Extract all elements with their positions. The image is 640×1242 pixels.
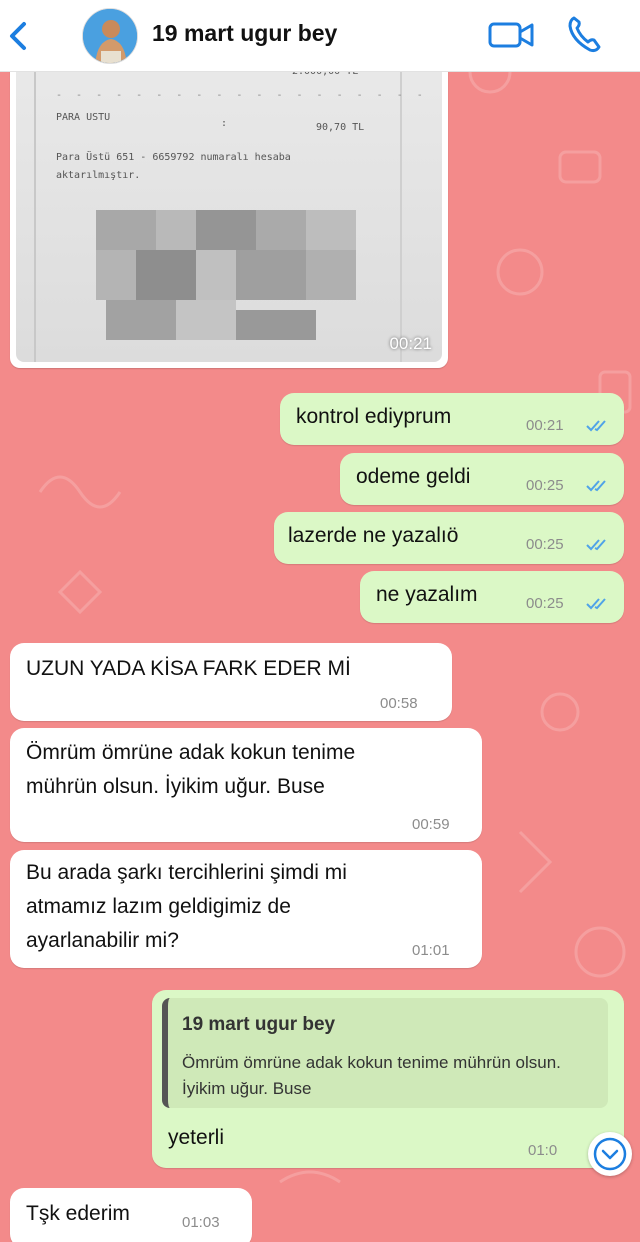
message-time: 01:03 <box>182 1214 220 1231</box>
message-time: 00:25 <box>526 477 564 494</box>
phone-icon[interactable] <box>566 14 602 54</box>
receipt-colon: : <box>221 118 228 129</box>
message-time: 00:59 <box>412 816 450 833</box>
pixelated-area <box>176 300 236 340</box>
message-time: 00:58 <box>380 695 418 712</box>
incoming-message[interactable]: UZUN YADA KİSA FARK EDER Mİ 00:58 <box>10 643 452 721</box>
message-time: 00:25 <box>526 595 564 612</box>
receipt-change-label: PARA USTU <box>56 112 111 123</box>
pixelated-area <box>96 250 136 300</box>
message-text: Ömrüm ömrüne adak kokun tenime mührün ol… <box>26 736 355 804</box>
message-text: yeterli <box>168 1126 225 1149</box>
double-check-icon <box>586 598 606 610</box>
incoming-message[interactable]: Tşk ederim 01:03 <box>10 1188 252 1242</box>
pixelated-area <box>96 210 156 250</box>
scroll-to-bottom-button[interactable] <box>588 1132 632 1176</box>
message-time: 01:0 <box>528 1142 558 1159</box>
message-text: ne yazalım <box>376 583 478 606</box>
message-text: Tşk ederim <box>26 1202 130 1225</box>
chat-header: 19 mart ugur bey <box>0 0 640 72</box>
receipt-divider: - - - - - - - - - - - - - - - - - - - <box>56 90 427 101</box>
message-text: odeme geldi <box>356 465 471 488</box>
receipt-note-line2: aktarılmıştır. <box>56 170 141 181</box>
message-line: Bu arada şarkı tercihlerini şimdi mi <box>26 861 347 884</box>
pixelated-area <box>236 310 316 340</box>
double-check-icon <box>586 539 606 551</box>
pixelated-area <box>306 210 356 250</box>
pixelated-area <box>106 300 176 340</box>
message-text: kontrol ediyprum <box>296 405 452 428</box>
chevron-left-icon[interactable] <box>6 18 30 54</box>
outgoing-message[interactable]: ne yazalım 00:25 <box>360 571 624 623</box>
pixelated-area <box>256 210 306 250</box>
message-time: 00:21 <box>389 334 432 353</box>
outgoing-reply-message[interactable]: 19 mart ugur bey Ömrüm ömrüne adak kokun… <box>152 990 624 1168</box>
message-line: Ömrüm ömrüne adak kokun tenime <box>26 741 356 764</box>
message-line: ayarlanabilir mi? <box>26 929 179 952</box>
message-time: 00:21 <box>526 417 564 434</box>
message-line: atmamız lazım geldigimiz de <box>26 895 291 918</box>
incoming-message[interactable]: Ömrüm ömrüne adak kokun tenime mührün ol… <box>10 728 482 842</box>
message-text: Bu arada şarkı tercihlerini şimdi mi atm… <box>26 856 347 958</box>
quoted-author: 19 mart ugur bey <box>182 1014 336 1035</box>
double-check-icon <box>586 420 606 432</box>
quoted-message[interactable]: 19 mart ugur bey Ömrüm ömrüne adak kokun… <box>162 998 608 1108</box>
incoming-message[interactable]: Bu arada şarkı tercihlerini şimdi mi atm… <box>10 850 482 968</box>
pixelated-area <box>136 250 196 300</box>
contact-name[interactable]: 19 mart ugur bey <box>152 20 337 47</box>
pixelated-area <box>156 210 196 250</box>
message-text: UZUN YADA KİSA FARK EDER Mİ <box>26 657 351 680</box>
outgoing-message[interactable]: lazerde ne yazalıö 00:25 <box>274 512 624 564</box>
message-text: lazerde ne yazalıö <box>288 524 459 547</box>
receipt-photo: 2.000,00 TL - - - - - - - - - - - - - - … <box>16 60 442 362</box>
quoted-text: Ömrüm ömrüne adak kokun tenime mührün ol… <box>182 1053 561 1098</box>
message-time: 00:25 <box>526 536 564 553</box>
video-camera-icon[interactable] <box>488 18 534 52</box>
double-check-icon <box>586 480 606 492</box>
receipt-change-amount: 90,70 TL <box>316 122 365 133</box>
pixelated-area <box>196 250 236 300</box>
message-line: mührün olsun. İyikim uğur. Buse <box>26 775 325 798</box>
message-time: 01:01 <box>412 942 450 959</box>
pixelated-area <box>306 250 356 300</box>
receipt-note-line1: Para Üstü 651 - 6659792 numaralı hesaba <box>56 152 291 163</box>
chevron-down-icon <box>593 1137 627 1171</box>
avatar[interactable] <box>82 8 138 64</box>
outgoing-message[interactable]: kontrol ediyprum 00:21 <box>280 393 624 445</box>
image-message[interactable]: 2.000,00 TL - - - - - - - - - - - - - - … <box>10 60 448 368</box>
pixelated-area <box>236 250 306 300</box>
outgoing-message[interactable]: odeme geldi 00:25 <box>340 453 624 505</box>
pixelated-area <box>196 210 256 250</box>
